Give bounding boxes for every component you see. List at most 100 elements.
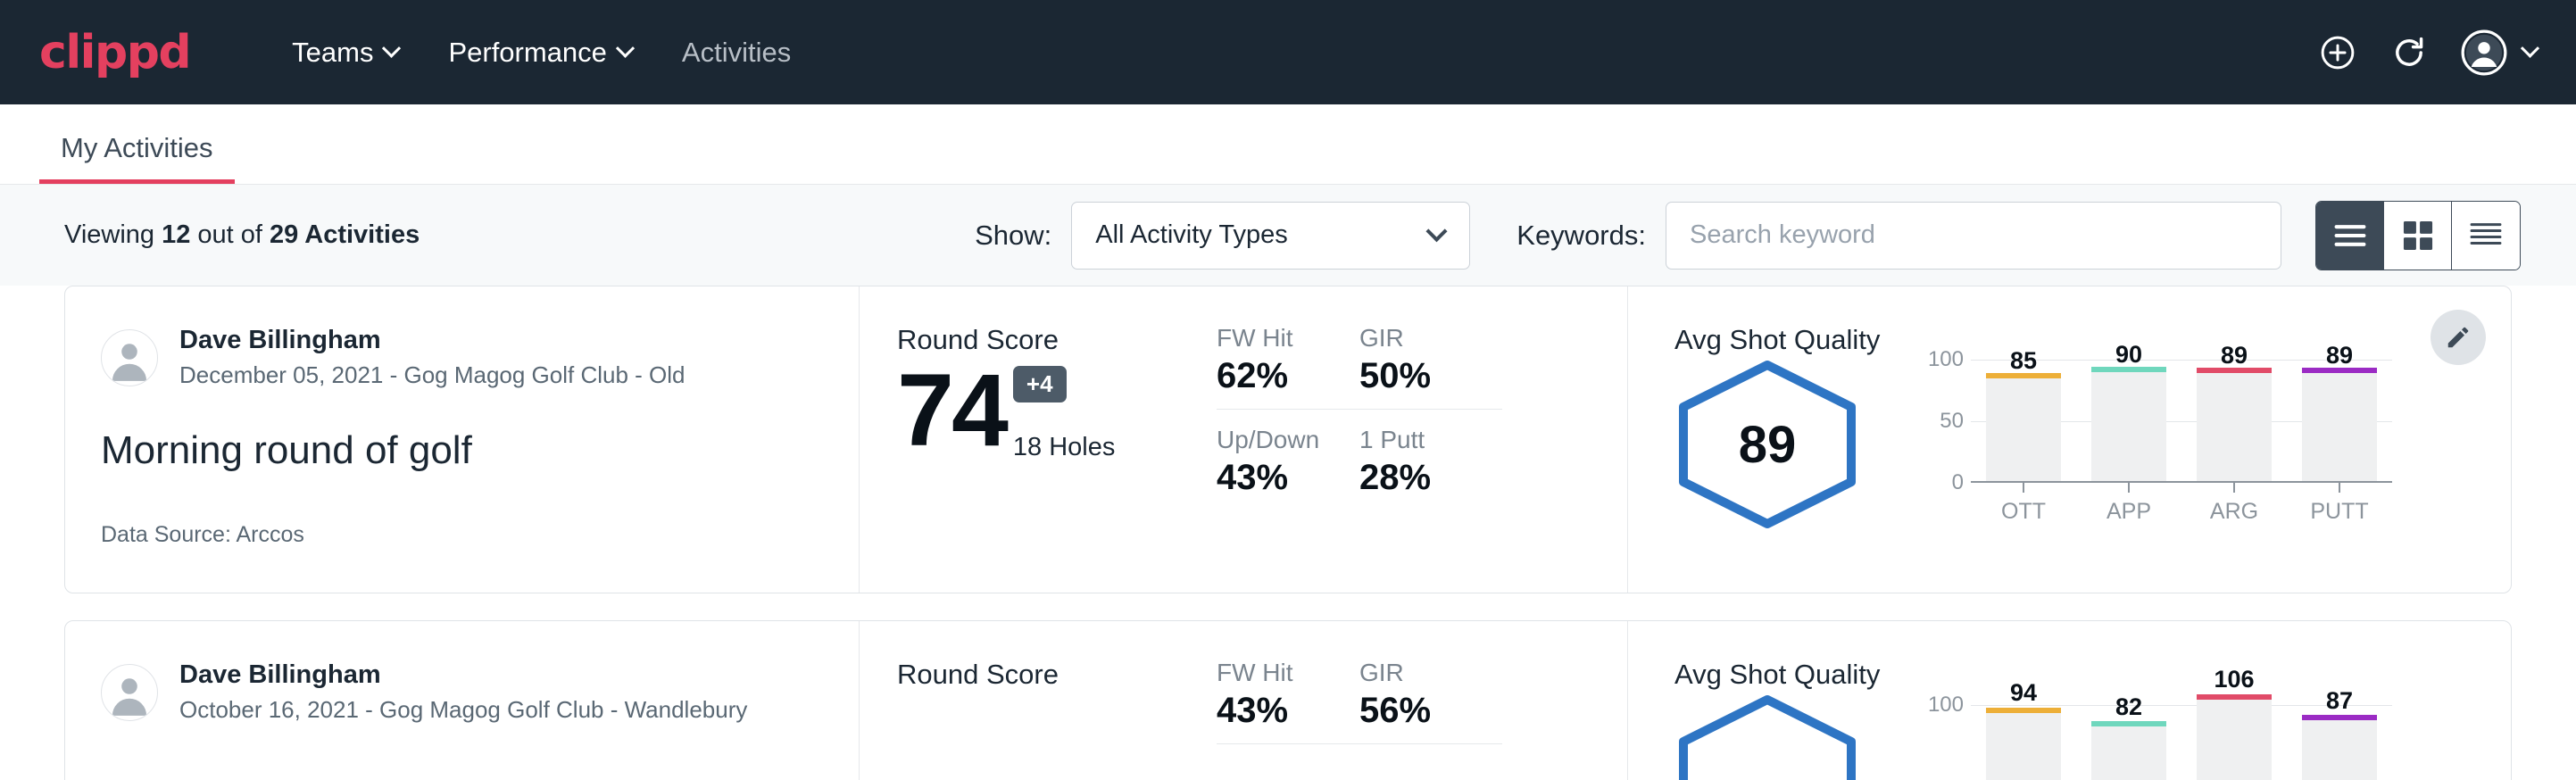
refresh-icon[interactable] [2389, 33, 2429, 72]
chart-y-axis: 100 50 0 [1910, 360, 1964, 483]
activity-card[interactable]: Dave Billingham December 05, 2021 - Gog … [64, 286, 2512, 593]
chart-bar-ott: 94 [1986, 694, 2061, 780]
viewing-prefix: Viewing [64, 220, 162, 249]
clippd-logo[interactable]: clippd [39, 29, 190, 76]
avatar [101, 329, 158, 386]
show-label: Show: [975, 220, 1051, 252]
nav-action-icons [2318, 29, 2537, 76]
data-source-value: Arccos [236, 522, 303, 547]
stat-up-down-value: 43% [1217, 458, 1359, 498]
add-circle-icon[interactable] [2318, 33, 2357, 72]
bar-ott [1986, 713, 2061, 780]
x-label-ott: OTT [1986, 483, 2061, 525]
activity-type-select[interactable]: All Activity Types [1071, 202, 1470, 270]
activity-subtitle: December 05, 2021 - Gog Magog Golf Club … [179, 360, 686, 391]
chart-plot-area: 100 94 [1910, 694, 2392, 780]
bar-value-ott: 94 [1986, 679, 2061, 707]
x-label-app-text: APP [2091, 499, 2166, 525]
shot-quality-bar-chart: 100 94 [1910, 694, 2392, 780]
data-source-label: Data Source: [101, 522, 236, 547]
bar-value-ott: 85 [1986, 347, 2061, 375]
x-tick-arg [2233, 483, 2235, 493]
stat-fw-hit: FW Hit 62% [1217, 324, 1359, 410]
round-score-value: 74 [897, 360, 1006, 462]
bar-value-putt: 87 [2302, 687, 2377, 715]
stat-column-left: FW Hit 62% Up/Down 43% [1217, 324, 1359, 593]
activity-info-column: Dave Billingham October 16, 2021 - Gog M… [65, 621, 860, 780]
chart-bar-putt: 89 [2302, 360, 2377, 483]
bar-value-app: 82 [2091, 693, 2166, 721]
avatar [101, 664, 158, 721]
stat-gir: GIR 50% [1359, 324, 1502, 410]
bar-arg [2197, 373, 2272, 483]
avg-shot-quality-label: Avg Shot Quality [1674, 659, 2511, 691]
bar-cap-putt [2302, 368, 2377, 373]
stat-gir-label: GIR [1359, 324, 1502, 353]
activity-owner-row: Dave Billingham December 05, 2021 - Gog … [101, 324, 818, 391]
y-tick-100: 100 [1928, 693, 1964, 718]
activity-card[interactable]: Dave Billingham October 16, 2021 - Gog M… [64, 620, 2512, 780]
activity-title: Morning round of golf [101, 428, 818, 473]
bar-arg [2197, 700, 2272, 780]
nav-item-activities[interactable]: Activities [657, 26, 816, 79]
shot-quality-hexagon: 89 [1674, 360, 1860, 529]
shot-quality-value: 89 [1674, 360, 1860, 529]
chart-x-axis: OTT APP ARG PUTT [1971, 483, 2392, 525]
nav-item-performance-label: Performance [448, 37, 606, 69]
avatar-icon [2461, 29, 2507, 76]
stat-gir-value: 50% [1359, 356, 1502, 396]
avg-shot-quality-body: 100 94 [1674, 694, 2511, 780]
chart-bar-arg: 89 [2197, 360, 2272, 483]
x-label-arg-text: ARG [2197, 499, 2272, 525]
round-score-label: Round Score [897, 324, 1217, 356]
nav-item-teams[interactable]: Teams [267, 26, 423, 79]
account-avatar[interactable] [2461, 29, 2537, 76]
compact-view-icon[interactable] [2452, 202, 2520, 270]
stat-gir-value: 56% [1359, 691, 1502, 731]
bar-cap-ott [1986, 708, 2061, 713]
chart-bar-app: 90 [2091, 360, 2166, 483]
x-label-app: APP [2091, 483, 2166, 525]
chart-bar-arg: 106 [2197, 694, 2272, 780]
activity-owner-text: Dave Billingham October 16, 2021 - Gog M… [179, 659, 747, 726]
viewing-count: 12 [162, 220, 190, 249]
keywords-label: Keywords: [1517, 220, 1646, 252]
filter-bar: Viewing 12 out of 29 Activities Show: Al… [0, 185, 2576, 286]
stat-one-putt: 1 Putt 28% [1359, 426, 1502, 510]
chart-bars-area: 94 82 [1971, 694, 2392, 780]
stat-gir-label: GIR [1359, 659, 1502, 687]
shot-quality-hexagon [1674, 694, 1860, 780]
owner-name: Dave Billingham [179, 659, 747, 691]
round-stats-column: FW Hit 43% GIR 56% [1217, 621, 1627, 780]
search-input[interactable] [1690, 220, 2257, 250]
y-tick-0: 0 [1952, 470, 1964, 495]
bar-cap-app [2091, 721, 2166, 726]
stat-column-right: GIR 56% [1359, 659, 1502, 780]
activity-info-column: Dave Billingham December 05, 2021 - Gog … [65, 286, 860, 593]
tab-my-activities[interactable]: My Activities [39, 132, 235, 184]
bar-cap-ott [1986, 373, 2061, 378]
viewing-mid: out of [190, 220, 270, 249]
x-tick-putt [2339, 483, 2340, 493]
stat-up-down: Up/Down 43% [1217, 426, 1359, 510]
stat-column-left: FW Hit 43% [1217, 659, 1359, 780]
nav-item-teams-label: Teams [292, 37, 373, 69]
list-view-icon[interactable] [2316, 202, 2384, 270]
nav-item-activities-label: Activities [682, 37, 791, 69]
grid-view-icon[interactable] [2384, 202, 2452, 270]
x-label-putt: PUTT [2302, 483, 2377, 525]
chart-plot-area: 100 50 0 85 [1910, 360, 2392, 483]
bar-app [2091, 372, 2166, 483]
y-tick-50: 50 [1940, 409, 1964, 434]
shot-quality-bar-chart: 100 50 0 85 [1910, 360, 2392, 525]
stat-fw-hit-label: FW Hit [1217, 324, 1359, 353]
nav-item-performance[interactable]: Performance [423, 26, 656, 79]
search-input-wrapper[interactable] [1666, 202, 2281, 270]
stat-one-putt-label: 1 Putt [1359, 426, 1502, 454]
owner-name: Dave Billingham [179, 324, 686, 356]
edit-activity-button[interactable] [2431, 310, 2486, 365]
stat-one-putt-value: 28% [1359, 458, 1502, 498]
bar-putt [2302, 373, 2377, 483]
activity-card-list: Dave Billingham December 05, 2021 - Gog … [0, 286, 2576, 780]
x-label-ott-text: OTT [1986, 499, 2061, 525]
